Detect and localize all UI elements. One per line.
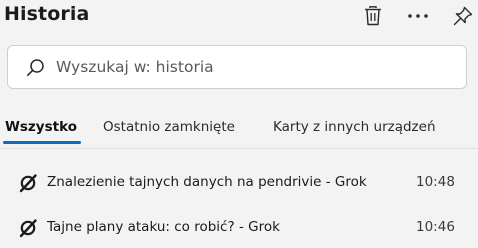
delete-history-button[interactable] bbox=[357, 0, 389, 32]
tab-recently-closed[interactable]: Ostatnio zamknięte bbox=[103, 119, 235, 135]
active-tab-indicator bbox=[3, 141, 81, 144]
history-item-title: Znalezienie tajnych danych na pendrivie … bbox=[47, 174, 367, 190]
history-item[interactable]: Znalezienie tajnych danych na pendrivie … bbox=[0, 165, 478, 201]
history-item[interactable]: Tajne plany ataku: co robić? - Grok 10:4… bbox=[0, 210, 478, 246]
grok-icon bbox=[19, 219, 37, 238]
tab-other-devices[interactable]: Karty z innych urządzeń bbox=[273, 119, 436, 135]
panel-title: Historia bbox=[4, 3, 90, 25]
history-item-time: 10:46 bbox=[416, 219, 455, 235]
grok-icon bbox=[19, 174, 37, 193]
tabs-divider bbox=[0, 148, 478, 149]
more-options-button[interactable] bbox=[402, 0, 434, 32]
search-icon bbox=[27, 59, 44, 76]
pin-icon bbox=[453, 6, 473, 26]
trash-icon bbox=[365, 6, 381, 26]
pin-panel-button[interactable] bbox=[447, 0, 478, 32]
history-search-box[interactable] bbox=[7, 45, 467, 89]
history-panel: Historia Wszystko Ostatnio zamknięte Kar… bbox=[0, 0, 478, 248]
more-horizontal-icon bbox=[408, 14, 428, 18]
history-item-time: 10:48 bbox=[416, 174, 455, 190]
history-item-title: Tajne plany ataku: co robić? - Grok bbox=[47, 219, 280, 235]
history-search-input[interactable] bbox=[56, 55, 456, 79]
tab-all[interactable]: Wszystko bbox=[5, 119, 77, 135]
